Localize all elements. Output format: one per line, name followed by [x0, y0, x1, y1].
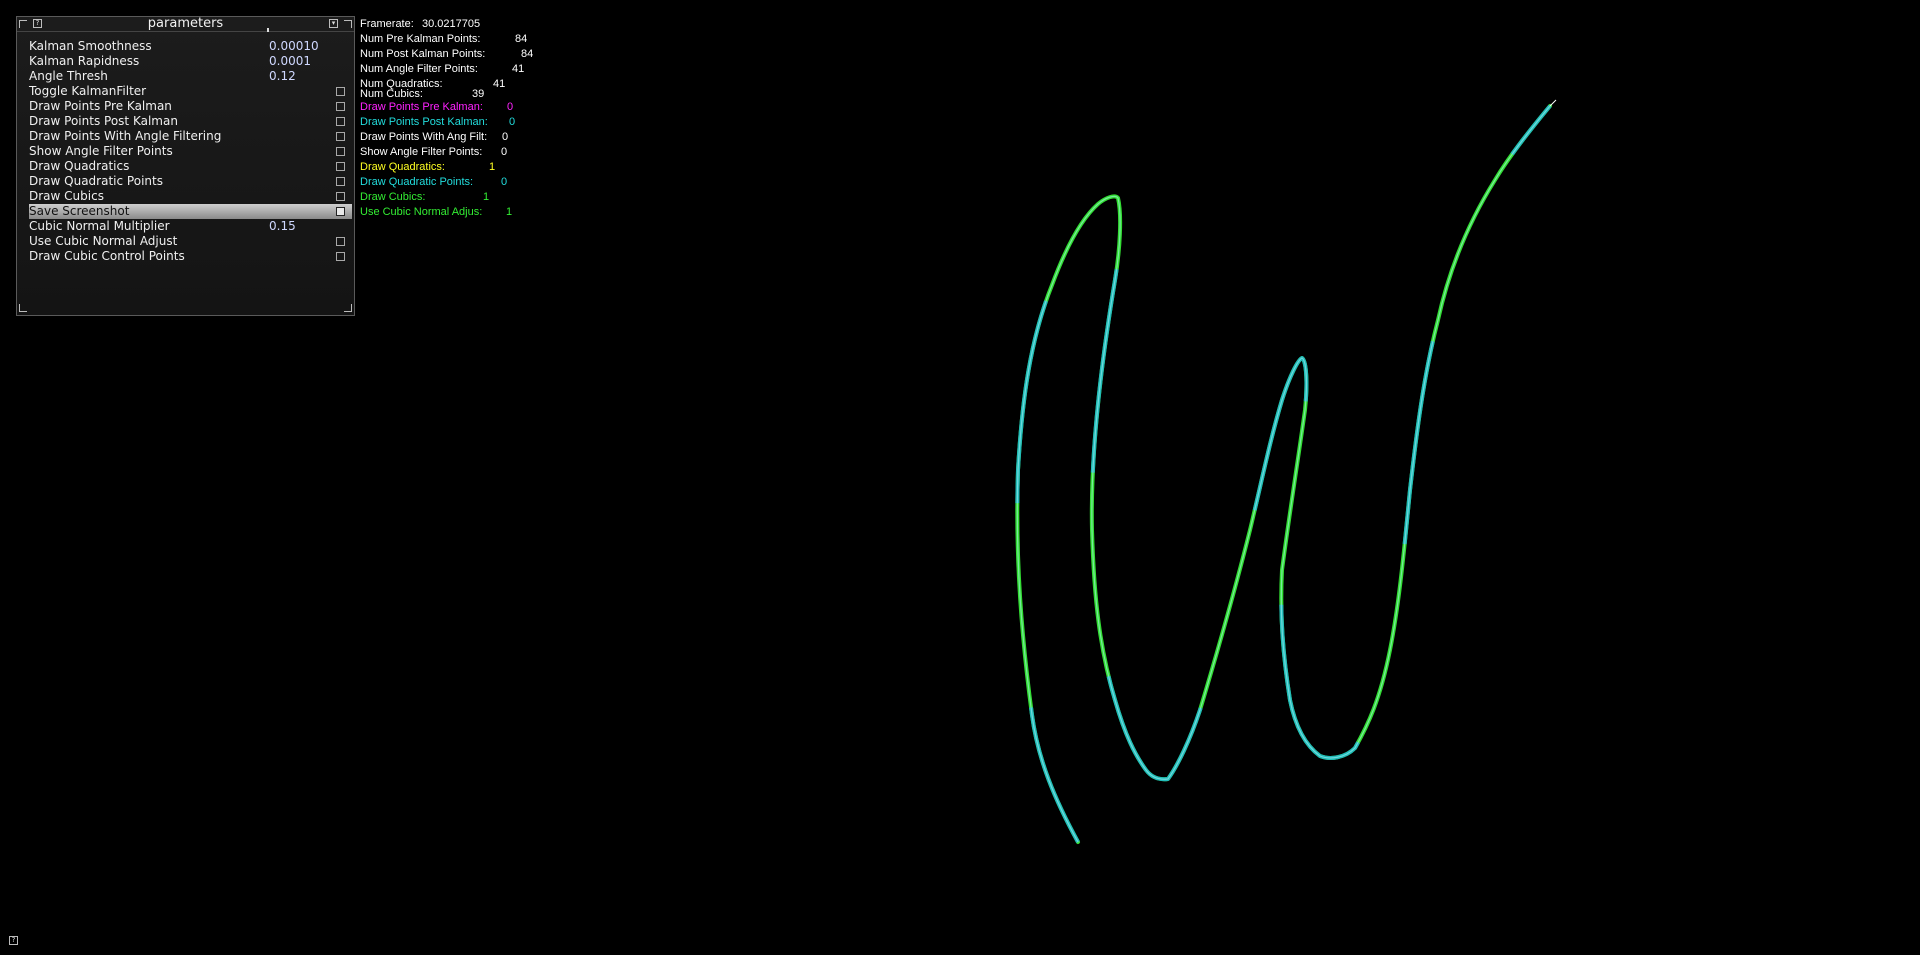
help-icon[interactable]: ?	[9, 936, 18, 945]
stroke-tip	[1549, 99, 1557, 107]
stroke-canvas[interactable]	[0, 0, 1920, 955]
drawn-stroke-alt	[1015, 104, 1552, 843]
drawn-stroke-core	[1016, 105, 1551, 843]
drawn-stroke	[1015, 104, 1552, 844]
